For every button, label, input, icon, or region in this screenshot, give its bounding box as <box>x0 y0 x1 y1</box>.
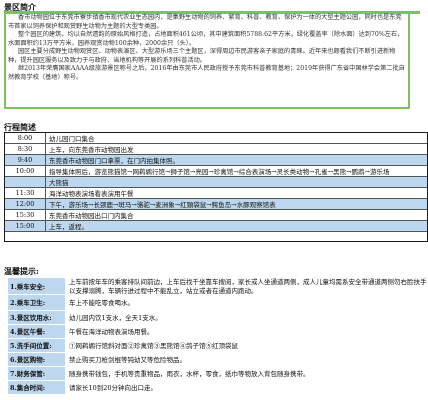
tip-text: 午餐在海洋动物表演场用餐。 <box>69 328 154 337</box>
time-cell: 9:40 <box>4 154 46 166</box>
time-cell: 15:00 <box>4 220 46 232</box>
tip-label: 2.乘车卫生: <box>8 295 65 312</box>
tip-label: 7.财务保管: <box>8 367 65 382</box>
list-item: 6.景区购物: 禁止购买刀枪剑棍等钝幼又等危险物品。 <box>8 353 428 368</box>
tip-text: 车上不能吃零食喝水。 <box>69 299 134 308</box>
activity-cell: 大熊猫 <box>45 176 428 188</box>
tip-text: 上车前按年车的乘客排队间前边，上车后找千坐靠车搜阅，家长或人坐通道两侧，成人儿童… <box>69 278 427 295</box>
activity-cell: 东莞香市动物园门口拿票，在门内拍集体照。 <box>45 154 428 166</box>
table-row: 15:30 东莞香市动物园出口门内集合 <box>4 209 428 221</box>
tip-label: 1.乘车安全: <box>8 278 65 296</box>
activity-cell: 幼儿园门口集合 <box>45 132 428 144</box>
list-item: 7.财务保管: 随身携带钱包，手机等贵重物品，雨衣，水杯，零食，纸巾等物放入背包随… <box>8 367 428 382</box>
list-item: 1.乘车安全: 上车前按年车的乘客排队间前边，上车后找千坐靠车搜阅，家长或人坐通道… <box>8 278 428 296</box>
time-cell: 12:00 <box>4 198 46 210</box>
table-row: 8:00 幼儿园门口集合 <box>4 132 428 144</box>
table-row: 10:00 指导集体照后，游览熊猫馆→网鹈鹕行馆→狮子馆→亮园→珍禽馆→综合表演场… <box>4 165 428 177</box>
list-item: 4.景区午餐: 午餐在海洋动物表演场用餐。 <box>8 325 428 340</box>
time-cell <box>4 176 46 188</box>
list-item: 3.景区饮用水: 幼儿园内饮1支水，全天1支水。 <box>8 311 428 326</box>
tip-label: 6.景区购物: <box>8 353 65 368</box>
tip-label: 3.景区饮用水: <box>8 311 65 326</box>
table-row: 8:30 上车，向东莞香市动物园出发 <box>4 143 428 155</box>
time-cell: 8:30 <box>4 143 46 155</box>
time-cell: 10:00 <box>4 165 46 177</box>
time-cell: 15:30 <box>4 209 46 221</box>
activity-cell: 指导集体照后，游览熊猫馆→网鹈鹕行馆→狮子馆→亮园→珍禽馆→综合表演场→灵长类动… <box>45 165 428 177</box>
table-row: 11:30 海洋动物表演场看表演用午餐 <box>4 187 428 199</box>
table-row: 15:00 上车，返程。 <box>4 220 428 232</box>
table-row: 12:00 下午，游乐场→长颈鹿→斑马→骆驼→麦洲象→红頸袋鼠→鳄鱼岛→水豚观察馆… <box>4 198 428 210</box>
intro-text: 香市动物园位于东莞市寮步镇香市现代农业生态园内，是集野生动物的饲养、繁育、科普、… <box>8 14 406 82</box>
activity-cell: 上车，向东莞香市动物园出发 <box>45 143 428 155</box>
intro-paragraph: 园区主要分成野生动物观赏区、动物表演区、大型游乐场三个主题区，深得周边市民游客亲… <box>8 48 396 64</box>
activity-cell: 下午，游乐场→长颈鹿→斑马→骆驼→麦洲象→红頸袋鼠→鳄鱼岛→水豚观察馆表 <box>45 198 428 210</box>
activity-cell: 海洋动物表演场看表演用午餐 <box>45 187 428 199</box>
list-item: 8.集合时间: 请家长10到20分钟向出口走。 <box>8 381 428 396</box>
table-row: 9:40 东莞香市动物园门口拿票，在门内拍集体照。 <box>4 154 428 166</box>
list-item: 5.洗手间位置: ①网鹈鹕行馆斜对面②珍禽馆③黑熊馆④鸽子馆⑤红顶袋鼠 <box>8 339 428 354</box>
intro-paragraph: 香市动物园位于东莞市寮步镇香市现代农业生态园内，是集野生动物的饲养、繁育、科普、… <box>8 14 402 30</box>
tips-list: 1.乘车安全: 上车前按年车的乘客排队间前边，上车后找千坐靠车搜阅，家长或人坐通道… <box>8 278 428 396</box>
tip-label: 5.洗手间位置: <box>8 339 65 354</box>
tip-text: ①网鹈鹕行馆斜对面②珍禽馆③黑熊馆④鸽子馆⑤红顶袋鼠 <box>69 342 238 351</box>
tip-text: 禁止购买刀枪剑棍等钝幼又等危险物品。 <box>69 356 186 365</box>
time-cell: 8:00 <box>4 132 46 144</box>
time-cell: 11:30 <box>4 187 46 199</box>
table-row: 大熊猫 <box>4 176 428 188</box>
tip-text: 幼儿园内饮1支水，全天1支水。 <box>69 314 162 323</box>
tip-text: 请家长10到20分钟向出口走。 <box>69 384 158 393</box>
tips-section-title: 温馨提示: <box>4 266 39 276</box>
intro-paragraph: 整个园区的建筑，均以自然遗韵的原始风格打造，占地面积461公顷，其中建筑面积57… <box>8 31 404 47</box>
intro-paragraph: 继2013年荣膺国家AAAA级旅游景区称号之后，2016年由东莞市人民政府授予东… <box>8 65 405 81</box>
tip-label: 4.景区午餐: <box>8 325 65 340</box>
tip-text: 随身携带钱包，手机等贵重物品，雨衣，水杯，零食，纸巾等物放入背包随身携带。 <box>69 370 310 379</box>
schedule-table: 8:00 幼儿园门口集合 8:30 上车，向东莞香市动物园出发 9:40 东莞香市动物… <box>4 132 428 232</box>
list-item: 2.乘车卫生: 车上不能吃零食喝水。 <box>8 295 428 312</box>
activity-cell: 上车，返程。 <box>45 220 428 232</box>
tip-label: 8.集合时间: <box>8 381 65 396</box>
activity-cell: 东莞香市动物园出口门内集合 <box>45 209 428 221</box>
